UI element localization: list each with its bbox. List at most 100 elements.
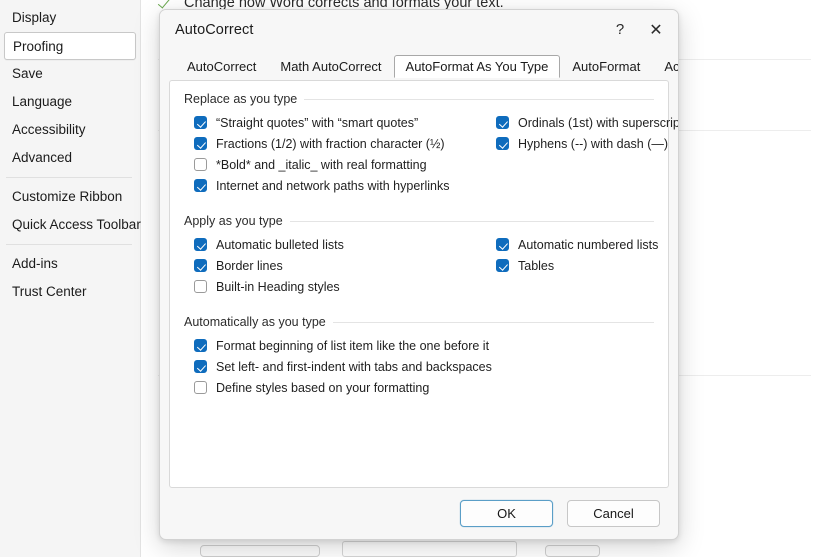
sidebar-group-general: Display Proofing Save Language Accessibi…: [0, 4, 140, 172]
checkbox-column-left: “Straight quotes” with “smart quotes” Fr…: [194, 112, 449, 196]
tab-autoformat-as-you-type[interactable]: AutoFormat As You Type: [393, 55, 561, 78]
sidebar-item-label: Language: [12, 94, 73, 109]
checkbox-set-left-and-first-indent[interactable]: Set left- and first-indent with tabs and…: [194, 356, 664, 377]
checkbox-icon[interactable]: [194, 116, 207, 129]
dialog-tabstrip: AutoCorrect Math AutoCorrect AutoFormat …: [160, 53, 678, 78]
checkbox-label: Fractions (1/2) with fraction character …: [216, 136, 445, 151]
checkbox-automatic-bulleted-lists[interactable]: Automatic bulleted lists: [194, 234, 344, 255]
group-replace-as-you-type: Replace as you type “Straight quotes” wi…: [184, 92, 678, 200]
group-title: Apply as you type: [184, 214, 283, 228]
checkbox-builtin-heading-styles[interactable]: Built-in Heading styles: [194, 276, 344, 297]
checkbox-icon[interactable]: [496, 116, 509, 129]
sidebar-item-quick-access-toolbar[interactable]: Quick Access Toolbar: [4, 211, 141, 239]
tab-actions[interactable]: Actions: [652, 55, 678, 78]
checkbox-icon[interactable]: [194, 280, 207, 293]
checkbox-tables[interactable]: Tables: [496, 255, 658, 276]
sidebar-item-label: Trust Center: [12, 284, 87, 299]
checkbox-automatic-numbered-lists[interactable]: Automatic numbered lists: [496, 234, 658, 255]
checkbox-icon[interactable]: [194, 381, 207, 394]
background-button[interactable]: [545, 545, 600, 557]
dialog-titlebar[interactable]: AutoCorrect ? ✕: [160, 10, 678, 49]
checkbox-hyphens-with-dash[interactable]: Hyphens (--) with dash (—): [496, 133, 678, 154]
sidebar-group-addins: Add-ins Trust Center: [0, 250, 140, 306]
group-rule: [332, 321, 654, 323]
checkbox-border-lines[interactable]: Border lines: [194, 255, 344, 276]
checkbox-define-styles-based-on-formatting[interactable]: Define styles based on your formatting: [194, 377, 664, 398]
checkbox-icon[interactable]: [496, 238, 509, 251]
checkbox-bold-italic-formatting[interactable]: *Bold* and _italic_ with real formatting: [194, 154, 449, 175]
group-header: Automatically as you type: [184, 315, 654, 329]
dialog-title: AutoCorrect: [175, 21, 254, 38]
checkbox-column-left: Automatic bulleted lists Border lines Bu…: [194, 234, 344, 297]
group-rule: [289, 220, 654, 222]
checkbox-label: Tables: [518, 258, 555, 273]
checkbox-icon[interactable]: [194, 179, 207, 192]
group-title: Replace as you type: [184, 92, 298, 106]
checkbox-label: Ordinals (1st) with superscript: [518, 115, 679, 130]
checkbox-internet-paths-hyperlinks[interactable]: Internet and network paths with hyperlin…: [194, 175, 449, 196]
checkbox-label: Set left- and first-indent with tabs and…: [216, 359, 492, 374]
sidebar-item-label: Customize Ribbon: [12, 189, 123, 204]
sidebar-item-accessibility[interactable]: Accessibility: [4, 116, 136, 144]
autoformat-as-you-type-panel: Replace as you type “Straight quotes” wi…: [169, 80, 678, 488]
sidebar-divider: [6, 244, 132, 245]
sidebar-item-customize-ribbon[interactable]: Customize Ribbon: [4, 183, 136, 211]
sidebar-divider: [6, 177, 132, 178]
sidebar-item-label: Quick Access Toolbar: [12, 217, 141, 232]
checkbox-label: Define styles based on your formatting: [216, 380, 430, 395]
tab-autocorrect[interactable]: AutoCorrect: [175, 55, 268, 78]
checkbox-icon[interactable]: [194, 158, 207, 171]
checkbox-column-right: Automatic numbered lists Tables: [496, 234, 658, 276]
checkbox-label: Format beginning of list item like the o…: [216, 338, 490, 353]
group-title: Automatically as you type: [184, 315, 326, 329]
sidebar-item-add-ins[interactable]: Add-ins: [4, 250, 136, 278]
tab-autoformat[interactable]: AutoFormat: [560, 55, 652, 78]
sidebar-item-advanced[interactable]: Advanced: [4, 144, 136, 172]
close-icon[interactable]: ✕: [638, 15, 674, 45]
group-rule: [304, 98, 654, 100]
checkbox-icon[interactable]: [194, 339, 207, 352]
checkbox-icon[interactable]: [194, 137, 207, 150]
checkbox-columns: Automatic bulleted lists Border lines Bu…: [184, 234, 658, 301]
checkbox-label: “Straight quotes” with “smart quotes”: [216, 115, 419, 130]
background-input-field[interactable]: [342, 541, 517, 557]
tab-math-autocorrect[interactable]: Math AutoCorrect: [268, 55, 393, 78]
ok-button[interactable]: OK: [460, 500, 553, 527]
checkbox-fractions[interactable]: Fractions (1/2) with fraction character …: [194, 133, 449, 154]
checkbox-label: Hyphens (--) with dash (—): [518, 136, 669, 151]
screen: Display Proofing Save Language Accessibi…: [0, 0, 825, 557]
checkbox-icon[interactable]: [496, 259, 509, 272]
titlebar-buttons: ? ✕: [602, 10, 674, 49]
checkbox-format-beginning-of-list-item[interactable]: Format beginning of list item like the o…: [194, 335, 664, 356]
checkbox-column-full: Format beginning of list item like the o…: [194, 335, 664, 398]
sidebar-item-label: Display: [12, 10, 57, 25]
help-icon[interactable]: ?: [602, 15, 638, 45]
cancel-button[interactable]: Cancel: [567, 500, 660, 527]
sidebar-item-trust-center[interactable]: Trust Center: [4, 278, 136, 306]
autocorrect-dialog: AutoCorrect ? ✕ AutoCorrect Math AutoCor…: [159, 9, 679, 540]
group-automatically-as-you-type: Automatically as you type Format beginni…: [184, 315, 654, 398]
background-button[interactable]: [200, 545, 320, 557]
sidebar-item-label: Save: [12, 66, 43, 81]
checkbox-smart-quotes[interactable]: “Straight quotes” with “smart quotes”: [194, 112, 449, 133]
checkbox-label: Border lines: [216, 258, 283, 273]
sidebar-item-label: Proofing: [13, 39, 64, 54]
checkbox-label: Internet and network paths with hyperlin…: [216, 178, 450, 193]
checkbox-label: Automatic bulleted lists: [216, 237, 344, 252]
sidebar-item-proofing[interactable]: Proofing: [4, 32, 136, 60]
sidebar-item-language[interactable]: Language: [4, 88, 136, 116]
checkbox-label: *Bold* and _italic_ with real formatting: [216, 157, 427, 172]
sidebar-item-label: Add-ins: [12, 256, 58, 271]
checkbox-ordinals-superscript[interactable]: Ordinals (1st) with superscript: [496, 112, 679, 133]
checkbox-icon[interactable]: [194, 238, 207, 251]
sidebar-item-label: Accessibility: [12, 122, 86, 137]
group-header: Apply as you type: [184, 214, 654, 228]
sidebar-item-display[interactable]: Display: [4, 4, 136, 32]
checkbox-icon[interactable]: [194, 259, 207, 272]
checkbox-label: Built-in Heading styles: [216, 279, 340, 294]
checkbox-icon[interactable]: [194, 360, 207, 373]
checkbox-icon[interactable]: [496, 137, 509, 150]
checkbox-label: Automatic numbered lists: [518, 237, 659, 252]
sidebar-item-save[interactable]: Save: [4, 60, 136, 88]
checkbox-columns: “Straight quotes” with “smart quotes” Fr…: [184, 112, 678, 200]
